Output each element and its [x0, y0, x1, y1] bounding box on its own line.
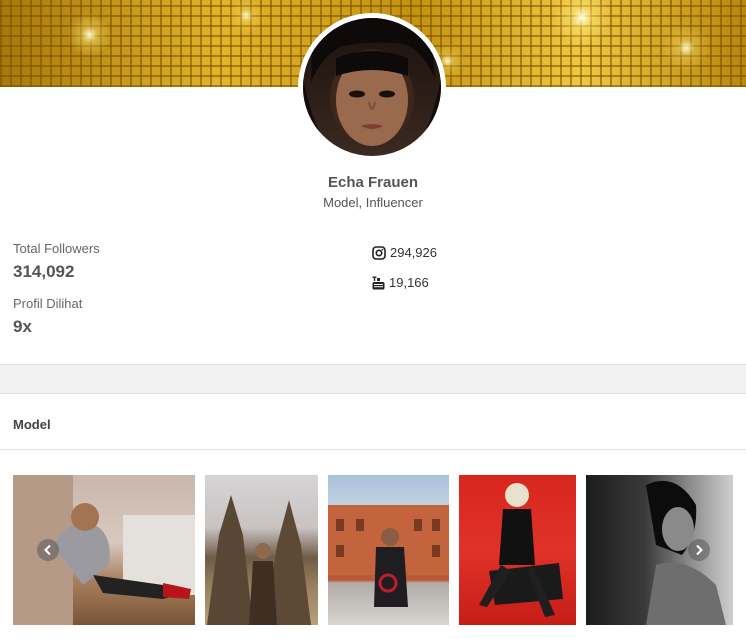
total-followers-value: 314,092	[13, 262, 75, 281]
instagram-icon	[372, 245, 386, 260]
avatar[interactable]	[303, 18, 441, 156]
avatar-frame	[298, 13, 446, 161]
arrow-right-icon	[696, 544, 703, 556]
section-separator	[0, 364, 746, 394]
youtube-count: 19,166	[389, 275, 429, 290]
photo-gallery	[0, 475, 746, 625]
youtube-icon	[372, 276, 385, 289]
arrow-left-icon	[44, 544, 51, 556]
profile-name: Echa Frauen	[327, 174, 419, 191]
gallery-photo-2[interactable]	[205, 475, 318, 625]
gallery-photo-3[interactable]	[328, 475, 449, 625]
section-title-model: Model	[13, 417, 51, 432]
instagram-count: 294,926	[390, 245, 437, 260]
profile-views-label: Profil Dilihat	[13, 296, 83, 311]
gallery-photo-5[interactable]	[586, 475, 733, 625]
avatar-portrait	[303, 18, 441, 156]
gallery-photo-4[interactable]	[459, 475, 576, 625]
gallery-next-button[interactable]	[688, 539, 710, 561]
gallery-prev-button[interactable]	[37, 539, 59, 561]
instagram-stat[interactable]: 294,926	[372, 245, 437, 260]
profile-subtitle: Model, Influencer	[323, 195, 423, 210]
youtube-stat[interactable]: 19,166	[372, 275, 429, 290]
profile-views-value: 9x	[13, 317, 32, 336]
section-divider	[0, 449, 746, 450]
total-followers-label: Total Followers	[13, 241, 100, 256]
